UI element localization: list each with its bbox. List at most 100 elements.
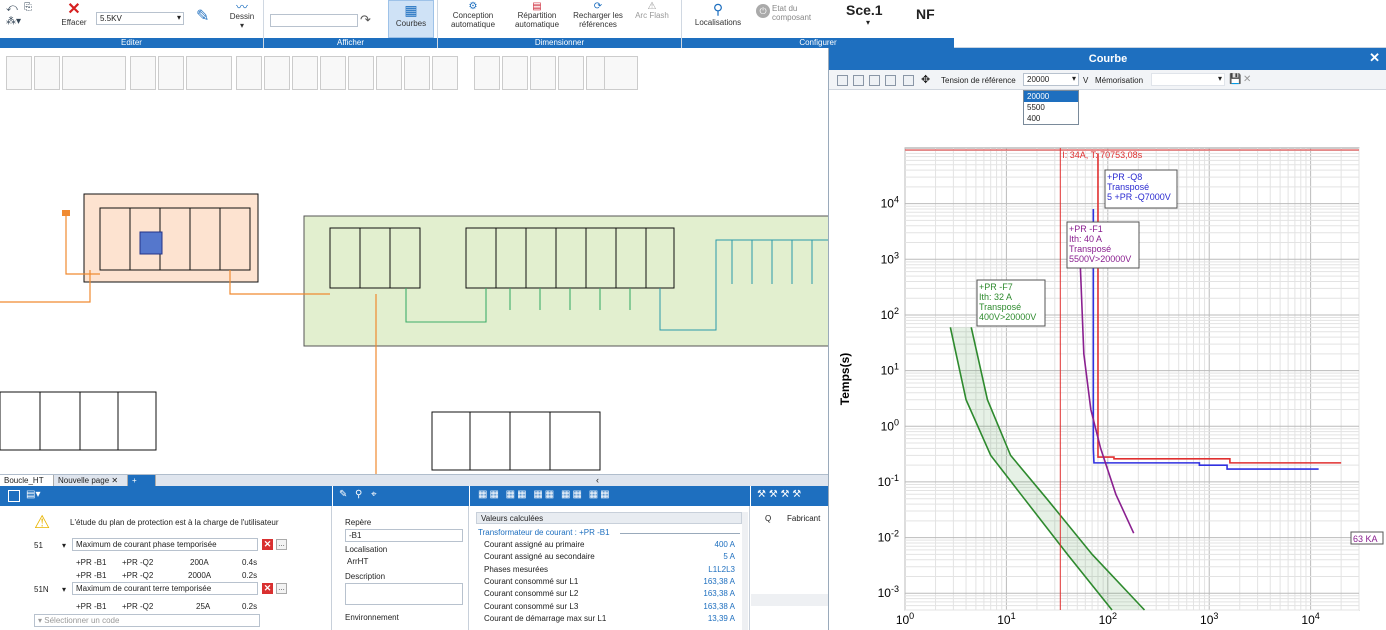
palette-symbol-motor[interactable] xyxy=(320,56,346,90)
scenario-selector[interactable]: Sce.1 xyxy=(846,2,883,18)
ref-voltage-option[interactable]: 20000 xyxy=(1024,91,1078,102)
reset-zoom-icon[interactable] xyxy=(903,75,914,86)
undo-icon[interactable]: ⤺ xyxy=(6,2,18,15)
code-select[interactable]: ▾ Sélectionner un code xyxy=(34,614,260,627)
diagram-canvas[interactable] xyxy=(0,96,828,474)
delete-button[interactable]: ✕ Effacer xyxy=(60,1,88,28)
search-input[interactable] xyxy=(270,14,358,27)
setting-time: 0.4s xyxy=(242,558,258,567)
symbol-palette xyxy=(0,52,828,96)
voltage-select[interactable]: 5.5KV ▾ xyxy=(96,12,184,25)
computed-section-title[interactable]: Transformateur de courant : +PR -B1 xyxy=(478,528,610,537)
protection-description-field[interactable]: Maximum de courant phase temporisée xyxy=(72,538,258,551)
move-icon[interactable]: ✥ xyxy=(921,73,930,86)
palette-symbol-switch-3[interactable] xyxy=(502,56,528,90)
scrollbar[interactable] xyxy=(742,512,748,630)
section-divider xyxy=(620,533,740,534)
repere-field[interactable]: -B1 xyxy=(345,529,463,542)
x-tick-label: 101 xyxy=(997,611,1015,627)
ref-voltage-option[interactable]: 5500 xyxy=(1024,102,1078,113)
orange-zone xyxy=(83,193,259,283)
arc-flash-button[interactable]: ⚠ Arc Flash xyxy=(630,2,674,21)
palette-symbol-load[interactable] xyxy=(376,56,402,90)
zoom-icon[interactable] xyxy=(853,75,864,86)
group-icon[interactable]: ⁂▾ xyxy=(6,16,21,27)
redo-arrow-icon[interactable]: ↷ xyxy=(360,12,371,28)
more-options-button[interactable]: … xyxy=(276,583,287,594)
reload-references-button[interactable]: ⟳ Recharger les références xyxy=(570,2,626,30)
scroll-left-icon[interactable]: ‹ xyxy=(596,475,599,485)
auto-split-button[interactable]: ▤ Répartition automatique xyxy=(508,2,566,30)
palette-symbol-hv-supply[interactable] xyxy=(6,56,32,90)
panel-toggle-icon[interactable] xyxy=(8,490,20,502)
power-icon[interactable]: ⏻ xyxy=(756,4,770,18)
close-icon[interactable]: ✕ xyxy=(1369,50,1380,66)
computed-header: Valeurs calculées xyxy=(481,514,544,523)
curves-label: Courbes xyxy=(395,19,427,28)
memo-select[interactable]: ▾ xyxy=(1151,73,1225,86)
close-icon[interactable]: ✕ xyxy=(111,476,118,485)
delete-label: Effacer xyxy=(61,18,87,27)
table-views-icon[interactable]: ▦▦ ▦▦ ▦▦ ▦▦ ▦▦ xyxy=(478,489,612,500)
window-top-area xyxy=(954,0,1386,48)
palette-symbol-ammeter[interactable] xyxy=(558,56,584,90)
location-pin-icon[interactable]: ⚲ xyxy=(355,489,362,500)
grid-view-icon[interactable]: ▤▾ xyxy=(26,489,40,500)
curves-button[interactable]: ▦ Courbes xyxy=(388,0,434,38)
pencil-icon[interactable]: ✎ xyxy=(196,6,209,26)
chevron-down-icon: ▾ xyxy=(866,18,871,27)
palette-symbol-switch-2[interactable] xyxy=(474,56,500,90)
remove-code-button[interactable]: ✕ xyxy=(262,583,273,594)
curve-annotation-text: 5500V>20000V xyxy=(1069,254,1131,264)
source-node[interactable] xyxy=(62,210,70,216)
component-state-label[interactable]: Etat du composant xyxy=(772,4,818,22)
zoom-y-icon[interactable] xyxy=(885,75,896,86)
curve-annotation-text: +PR -Q8 xyxy=(1107,172,1142,182)
copy-icon[interactable]: ⎘ xyxy=(24,2,32,13)
standard-nf-button[interactable]: NF xyxy=(916,6,935,22)
edit-icon[interactable]: ✎ xyxy=(339,489,347,500)
crosshair-icon[interactable]: ⌖ xyxy=(371,489,377,500)
y-tick-label: 10-2 xyxy=(878,529,899,545)
auto-design-button[interactable]: ⚙ Conception automatique xyxy=(444,2,502,30)
chevron-down-icon[interactable]: ▾ xyxy=(62,585,66,594)
palette-symbol-busbar[interactable] xyxy=(34,56,60,90)
time-current-chart[interactable]: I: 34A, T: 70753,08s 100 101 102 103 104 104 10… xyxy=(829,90,1386,630)
computed-panel-header: ▦▦ ▦▦ ▦▦ ▦▦ ▦▦ xyxy=(470,486,750,506)
more-options-button[interactable]: … xyxy=(276,539,287,550)
palette-symbol-transformer[interactable] xyxy=(158,56,184,90)
parts-row[interactable] xyxy=(751,594,828,606)
courbe-window: Courbe ✕ ✥ Tension de référence 20000 ▾ … xyxy=(828,48,1386,630)
locations-button[interactable]: ⚲ Localisations xyxy=(690,0,746,27)
selected-component[interactable] xyxy=(139,231,163,255)
description-field[interactable] xyxy=(345,583,463,605)
select-icon[interactable] xyxy=(837,75,848,86)
draw-button[interactable]: 〰 Dessin ▾ xyxy=(224,0,260,30)
draw-icon: 〰 xyxy=(235,0,248,14)
palette-symbol-protection[interactable] xyxy=(186,56,232,90)
palette-symbol-fuse[interactable] xyxy=(264,56,290,90)
location-pin-icon: ⚲ xyxy=(712,1,724,17)
delete-icon[interactable]: ✕ xyxy=(1243,74,1251,85)
palette-symbol-table[interactable] xyxy=(604,56,638,90)
ref-voltage-option[interactable]: 400 xyxy=(1024,113,1078,124)
code-select-placeholder: Sélectionner un code xyxy=(44,616,120,625)
lower-panels xyxy=(0,391,601,471)
delete-icon: ✕ xyxy=(67,1,81,18)
palette-symbol-star[interactable] xyxy=(348,56,374,90)
ref-voltage-select[interactable]: 20000 ▾ xyxy=(1023,73,1079,86)
chevron-down-icon[interactable]: ▾ xyxy=(62,541,66,550)
palette-symbol-switch[interactable] xyxy=(130,56,156,90)
remove-code-button[interactable]: ✕ xyxy=(262,539,273,550)
save-icon[interactable]: 💾 xyxy=(1229,74,1241,85)
palette-symbol-disconnector[interactable] xyxy=(292,56,318,90)
palette-symbol-earth[interactable] xyxy=(432,56,458,90)
palette-symbol-cell[interactable] xyxy=(62,56,126,90)
palette-symbol-box[interactable] xyxy=(530,56,556,90)
palette-symbol-breaker[interactable] xyxy=(236,56,262,90)
parts-tools-icon[interactable]: ⚒ ⚒ ⚒ ⚒ xyxy=(757,489,801,500)
palette-symbol-panel[interactable] xyxy=(404,56,430,90)
zoom-x-icon[interactable] xyxy=(869,75,880,86)
ref-voltage-value: 20000 xyxy=(1027,75,1050,84)
protection-description-field[interactable]: Maximum de courant terre temporisée xyxy=(72,582,258,595)
